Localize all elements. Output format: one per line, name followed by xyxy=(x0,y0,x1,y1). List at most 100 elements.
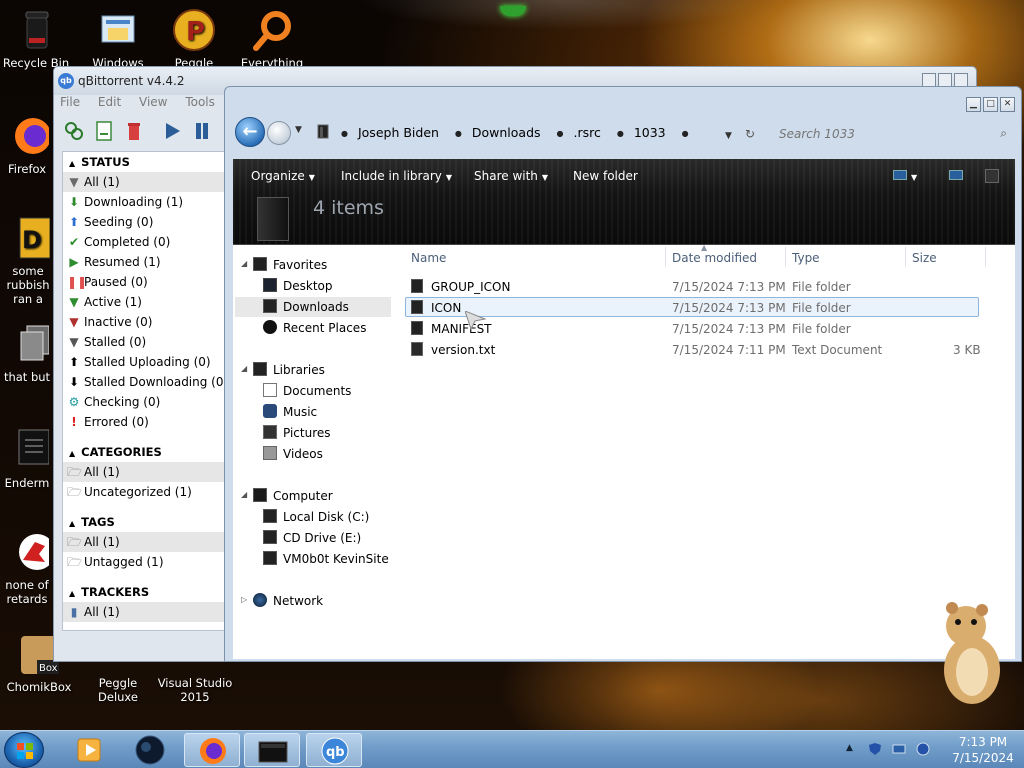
desktop-icon-everything[interactable]: Everything xyxy=(236,8,308,70)
breadcrumb-1033[interactable]: 1033 xyxy=(634,125,666,140)
menu-file[interactable]: File xyxy=(60,95,80,109)
desktop-icon-that-but[interactable]: that but xyxy=(0,322,54,384)
filter-downloading[interactable]: ⬇ Downloading (1) xyxy=(63,192,224,212)
desktop-icon-recycle-bin[interactable]: Recycle Bin xyxy=(0,8,72,70)
nav-favorites[interactable]: Favorites xyxy=(253,255,327,275)
filter-all[interactable]: ▼ All (1) xyxy=(63,172,224,192)
shield-icon[interactable] xyxy=(868,742,882,756)
address-dropdown[interactable]: ▼ xyxy=(725,131,732,141)
filter-active[interactable]: ▼ Active (1) xyxy=(63,292,224,312)
filter-paused[interactable]: ❚❚Paused (0) xyxy=(63,272,224,292)
nav-documents[interactable]: Documents xyxy=(263,381,351,401)
preview-pane-button[interactable] xyxy=(949,169,963,183)
nav-computer[interactable]: Computer xyxy=(253,486,333,506)
filter-stalled[interactable]: ▼ Stalled (0) xyxy=(63,332,224,352)
nav-libraries[interactable]: Libraries xyxy=(253,360,325,380)
expand-triangle-icon[interactable]: ◢ xyxy=(241,259,247,268)
column-separator[interactable] xyxy=(905,247,906,267)
expand-triangle-icon[interactable]: ◢ xyxy=(241,490,247,499)
menu-view[interactable]: View xyxy=(139,95,167,109)
help-button[interactable] xyxy=(985,169,999,186)
taskbar-explorer[interactable] xyxy=(244,733,300,767)
breadcrumb-rsrc[interactable]: .rsrc xyxy=(574,125,601,140)
maximize-button[interactable]: □ xyxy=(983,97,998,112)
filter-inactive[interactable]: ▼ Inactive (0) xyxy=(63,312,224,332)
categories-section-header[interactable]: ▲ CATEGORIES xyxy=(63,442,224,462)
taskbar-globe[interactable] xyxy=(122,733,178,767)
trackers-section-header[interactable]: ▲ TRACKERS xyxy=(63,582,224,602)
nav-network[interactable]: Network xyxy=(253,591,323,611)
maximize-button[interactable] xyxy=(938,73,952,87)
column-size[interactable]: Size xyxy=(912,251,937,265)
minimize-button[interactable]: ▁ xyxy=(966,97,981,112)
organize-button[interactable]: Organize ▼ xyxy=(251,169,315,183)
column-separator[interactable] xyxy=(785,247,786,267)
tag-untagged[interactable]: 🗁 Untagged (1) xyxy=(63,552,224,572)
add-torrent-link-button[interactable] xyxy=(62,119,86,143)
category-uncategorized[interactable]: 🗁 Uncategorized (1) xyxy=(63,482,224,502)
expand-triangle-icon[interactable]: ◢ xyxy=(241,364,247,373)
nav-recent-places[interactable]: Recent Places xyxy=(263,318,366,338)
tag-all[interactable]: 🗁 All (1) xyxy=(63,532,224,552)
expand-triangle-icon[interactable]: ▷ xyxy=(241,595,247,604)
taskbar-media-player[interactable] xyxy=(62,733,118,767)
filter-checking[interactable]: ⚙ Checking (0) xyxy=(63,392,224,412)
filter-stalled-downloading[interactable]: ⬇ Stalled Downloading (0) xyxy=(63,372,224,392)
forward-button[interactable] xyxy=(267,121,291,145)
back-button[interactable]: ← xyxy=(235,117,265,147)
menu-tools[interactable]: Tools xyxy=(185,95,215,109)
explorer-window[interactable]: ▁ □ ✕ ← ▼ ● Joseph Biden ● Downloads ● .rs… xyxy=(224,86,1022,662)
taskbar-firefox[interactable] xyxy=(184,733,240,767)
nav-videos[interactable]: Videos xyxy=(263,444,323,464)
tags-section-header[interactable]: ▲ TAGS xyxy=(63,512,224,532)
nav-vm-site[interactable]: VM0b0t KevinSite xyxy=(263,549,389,569)
desktop-icon-enderm[interactable]: Enderm xyxy=(0,428,54,490)
search-input[interactable] xyxy=(773,123,1013,145)
add-torrent-file-button[interactable] xyxy=(92,119,116,143)
minimize-button[interactable] xyxy=(922,73,936,87)
column-date-modified[interactable]: Date modified xyxy=(672,251,757,265)
desktop-icon-firefox[interactable]: Firefox xyxy=(0,114,54,176)
search-icon[interactable]: ⌕ xyxy=(1000,126,1007,141)
desktop-icon-none-of[interactable]: none of retards xyxy=(0,530,54,606)
tracker-all[interactable]: ▮ All (1) xyxy=(63,602,224,622)
column-name[interactable]: Name xyxy=(411,251,446,265)
resume-button[interactable] xyxy=(160,119,184,143)
start-button[interactable] xyxy=(4,732,44,768)
status-section-header[interactable]: ▲ STATUS xyxy=(63,152,224,172)
nav-pictures[interactable]: Pictures xyxy=(263,423,331,443)
desktop-icon-some-rubbish[interactable]: D some rubbish ran a xyxy=(0,216,56,306)
close-button[interactable] xyxy=(954,73,968,87)
file-row[interactable]: MANIFEST 7/15/2024 7:13 PM File folder xyxy=(405,319,979,339)
column-separator[interactable] xyxy=(985,247,986,267)
menu-edit[interactable]: Edit xyxy=(98,95,121,109)
filter-stalled-uploading[interactable]: ⬆ Stalled Uploading (0) xyxy=(63,352,224,372)
delete-button[interactable] xyxy=(122,119,146,143)
nav-local-disk[interactable]: Local Disk (C:) xyxy=(263,507,369,527)
filter-seeding[interactable]: ⬆ Seeding (0) xyxy=(63,212,224,232)
change-view-button[interactable]: ▼ xyxy=(893,169,917,183)
recent-pages-dropdown[interactable]: ▼ xyxy=(295,125,302,135)
column-type[interactable]: Type xyxy=(792,251,820,265)
filter-resumed[interactable]: ▶ Resumed (1) xyxy=(63,252,224,272)
taskbar-qbittorrent[interactable]: qb xyxy=(306,733,362,767)
pause-button[interactable] xyxy=(190,119,214,143)
file-row[interactable]: GROUP_ICON 7/15/2024 7:13 PM File folder xyxy=(405,277,979,297)
refresh-icon[interactable]: ↻ xyxy=(745,127,755,141)
nav-downloads[interactable]: Downloads xyxy=(235,297,391,317)
show-hidden-icons-button[interactable]: ▲ xyxy=(846,743,853,753)
nav-music[interactable]: Music xyxy=(263,402,317,422)
column-separator[interactable] xyxy=(665,247,666,267)
filter-errored[interactable]: ! Errored (0) xyxy=(63,412,224,432)
file-row[interactable]: version.txt 7/15/2024 7:11 PM Text Docum… xyxy=(405,340,981,360)
system-clock[interactable]: 7:13 PM 7/15/2024 xyxy=(946,734,1020,766)
network-icon[interactable] xyxy=(892,742,906,756)
category-all[interactable]: 🗁 All (1) xyxy=(63,462,224,482)
volume-icon[interactable] xyxy=(916,742,930,756)
close-button[interactable]: ✕ xyxy=(1000,97,1015,112)
breadcrumb-downloads[interactable]: Downloads xyxy=(472,125,541,140)
nav-desktop[interactable]: Desktop xyxy=(263,276,333,296)
breadcrumb-joseph-biden[interactable]: Joseph Biden xyxy=(358,125,439,140)
include-in-library-button[interactable]: Include in library ▼ xyxy=(341,169,452,183)
file-row-selected[interactable]: ICON 7/15/2024 7:13 PM File folder xyxy=(405,297,979,317)
